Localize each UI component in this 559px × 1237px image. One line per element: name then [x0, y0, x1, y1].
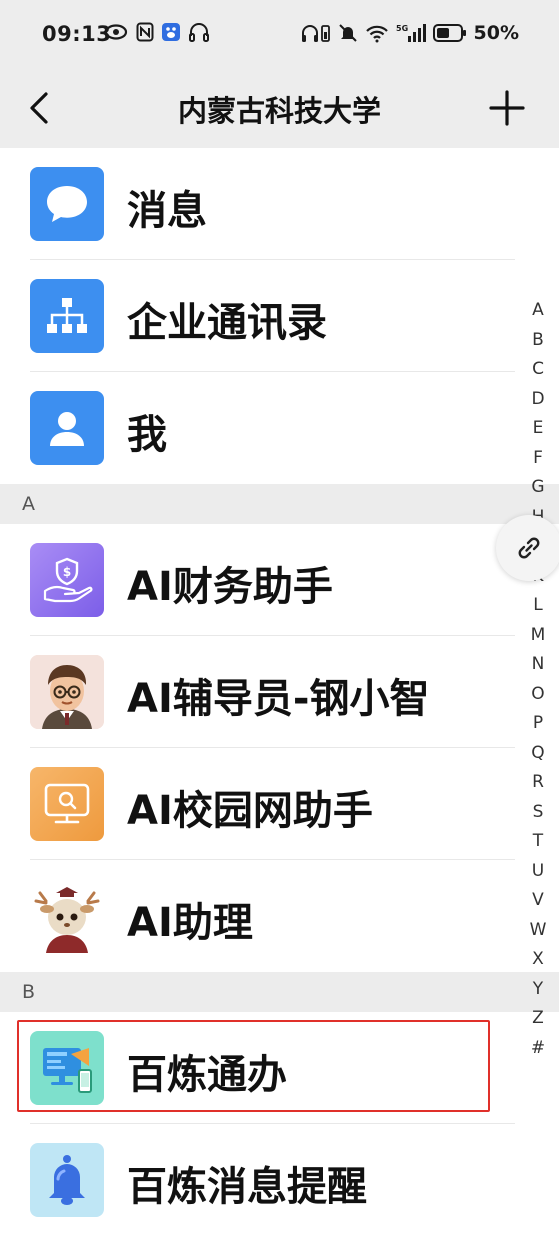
cartoon-boy-avatar [30, 655, 104, 729]
svg-text:5G: 5G [396, 24, 408, 33]
list-item-label: AI校园网助手 [127, 788, 373, 834]
contact-list: 消息 企业通讯录 我 A $ AI财务助手 AI辅导员-钢小智 AI校园网助手 … [0, 148, 559, 1236]
status-bar: 09:13 5G 50% [0, 0, 559, 70]
battery-icon [432, 23, 467, 43]
list-item-label: 百炼消息提醒 [127, 1164, 367, 1210]
section-letter: B [22, 981, 36, 1003]
person-icon [30, 391, 104, 465]
index-letter[interactable]: U [524, 857, 552, 887]
status-right-icons: 5G 50% [301, 22, 519, 44]
list-item-label: 消息 [127, 188, 207, 234]
list-item-label: AI辅导员-钢小智 [127, 676, 430, 722]
finance-hand-icon: $ [30, 543, 104, 617]
list-item-bailian-tongban[interactable]: 百炼通办 [0, 1012, 559, 1124]
nfc-icon [136, 22, 154, 42]
signal-5g-icon: 5G [396, 23, 426, 43]
add-button[interactable] [487, 86, 527, 130]
list-item-ai-assistant[interactable]: AI助理 [0, 860, 559, 972]
index-letter[interactable]: R [524, 768, 552, 798]
link-icon [518, 537, 540, 559]
list-item-label: AI财务助手 [127, 564, 333, 610]
index-letter[interactable]: L [524, 591, 552, 621]
list-item-bailian-reminder[interactable]: 百炼消息提醒 [0, 1124, 559, 1236]
chat-bubble-icon [30, 167, 104, 241]
index-letter[interactable]: E [524, 414, 552, 444]
index-letter[interactable]: Z [524, 1004, 552, 1034]
org-chart-icon [30, 279, 104, 353]
index-letter[interactable]: D [524, 385, 552, 415]
index-letter[interactable]: M [524, 621, 552, 651]
bell-icon [30, 1143, 104, 1217]
index-letter[interactable]: B [524, 326, 552, 356]
status-time: 09:13 [42, 22, 112, 46]
eye-icon [104, 23, 128, 41]
index-letter[interactable]: O [524, 680, 552, 710]
index-letter[interactable]: T [524, 827, 552, 857]
section-letter: A [22, 493, 35, 515]
section-header-b: B [0, 972, 559, 1012]
list-item-messages[interactable]: 消息 [0, 148, 559, 260]
index-letter[interactable]: N [524, 650, 552, 680]
list-item-label: AI助理 [127, 900, 253, 946]
battery-percent: 50% [473, 22, 519, 44]
screen-flag-icon [30, 1031, 104, 1105]
index-letter[interactable]: P [524, 709, 552, 739]
index-letter[interactable]: G [524, 473, 552, 503]
list-item-ai-counselor[interactable]: AI辅导员-钢小智 [0, 636, 559, 748]
alphabet-index[interactable]: A B C D E F G H K L M N O P Q R S T U V … [524, 296, 552, 1063]
index-letter[interactable]: W [524, 916, 552, 946]
list-item-ai-finance[interactable]: $ AI财务助手 [0, 524, 559, 636]
floating-link-button[interactable] [496, 515, 559, 581]
index-letter[interactable]: F [524, 444, 552, 474]
headphones-icon [188, 22, 210, 42]
deer-mascot-avatar [30, 879, 104, 953]
list-item-label: 我 [127, 412, 167, 458]
index-letter[interactable]: C [524, 355, 552, 385]
status-left-icons [104, 22, 210, 42]
wifi-icon [365, 23, 389, 43]
list-item-label: 百炼通办 [127, 1052, 287, 1098]
nav-bar: 内蒙古科技大学 [0, 70, 559, 148]
baidu-app-icon [162, 23, 180, 41]
index-letter[interactable]: # [524, 1034, 552, 1064]
headset-battery-icon [301, 23, 331, 43]
list-item-directory[interactable]: 企业通讯录 [0, 260, 559, 372]
list-item-ai-campus-net[interactable]: AI校园网助手 [0, 748, 559, 860]
index-letter[interactable]: A [524, 296, 552, 326]
plus-icon [489, 90, 525, 126]
svg-text:$: $ [63, 565, 71, 579]
mute-bell-icon [338, 23, 358, 43]
index-letter[interactable]: Y [524, 975, 552, 1005]
index-letter[interactable]: V [524, 886, 552, 916]
section-header-a: A [0, 484, 559, 524]
page-title: 内蒙古科技大学 [177, 94, 381, 128]
monitor-search-icon [30, 767, 104, 841]
list-item-label: 企业通讯录 [127, 300, 327, 346]
list-item-me[interactable]: 我 [0, 372, 559, 484]
index-letter[interactable]: S [524, 798, 552, 828]
index-letter[interactable]: X [524, 945, 552, 975]
index-letter[interactable]: Q [524, 739, 552, 769]
